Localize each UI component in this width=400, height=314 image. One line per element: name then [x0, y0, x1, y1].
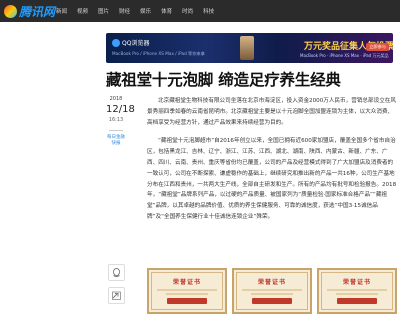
certificate-seal-icon — [252, 298, 292, 304]
nav-menu: 新闻 视频 图片 财经 娱乐 体育 时尚 科技 — [56, 0, 224, 22]
certificate-text-line — [336, 293, 378, 295]
certificate-title: 荣誉证书 — [172, 279, 201, 286]
certificate: 荣誉证书 — [317, 268, 397, 314]
nav-item-finance[interactable]: 财经 — [119, 7, 130, 15]
share-link-button[interactable] — [108, 287, 125, 304]
nav-item-entertainment[interactable]: 娱乐 — [140, 7, 151, 15]
certificate-title: 荣誉证书 — [342, 279, 371, 286]
nav-item-video[interactable]: 视频 — [77, 7, 88, 15]
publish-time: 16:13 — [108, 117, 124, 123]
certificate-text-line — [157, 289, 217, 291]
nav-item-tech[interactable]: 科技 — [203, 7, 214, 15]
share-arrow-icon — [112, 291, 121, 300]
meta-divider — [109, 130, 123, 131]
certificate: 荣誉证书 — [147, 268, 227, 314]
certificate-seal-icon — [337, 298, 377, 304]
publish-date: 12/18 — [106, 104, 135, 115]
certificates-image: 荣誉证书 荣誉证书 荣誉证书 — [147, 268, 397, 314]
ad-cta-button[interactable]: 立即参与 — [366, 43, 389, 51]
qq-browser-icon — [112, 38, 120, 47]
certificate-text-line — [251, 293, 293, 295]
certificate-text-line — [242, 289, 302, 291]
ad-brand: QQ浏览器 — [112, 38, 149, 47]
qq-share-icon — [113, 267, 120, 277]
publish-year: 2018 — [109, 96, 123, 102]
certificate: 荣誉证书 — [232, 268, 312, 314]
share-qq-button[interactable] — [108, 264, 125, 281]
article-meta: 2018 12/18 16:13 每日金融快报 — [106, 96, 135, 147]
article-paragraph: 北京藏祖堂生物科技有限公司坐落在北京市海淀区，投入资金2000万人民币，营销总部… — [147, 98, 396, 126]
article-body: 北京藏祖堂生物科技有限公司坐落在北京市海淀区，投入资金2000万人民币，营销总部… — [147, 96, 397, 223]
ad-subline: MacBook Pro / iPhone XS Max / iPad 等你来拿 — [112, 51, 205, 56]
ad-brand-name: QQ浏览器 — [122, 40, 150, 47]
logo-mark-icon — [4, 4, 17, 18]
article-paragraph: “藏祖堂十元泡脚超市”自2016年创立以来，全国已拥有近600家加盟店，覆盖全国… — [147, 138, 397, 220]
certificate-text-line — [166, 293, 208, 295]
article-title: 藏祖堂十元泡脚 缔造足疗养生经典 — [106, 71, 341, 89]
nav-item-news[interactable]: 新闻 — [56, 7, 67, 15]
site-logo[interactable]: 腾讯网 — [4, 2, 55, 20]
top-navigation-bar: 腾讯网 新闻 视频 图片 财经 娱乐 体育 时尚 科技 — [0, 0, 400, 22]
article-source[interactable]: 每日金融快报 — [106, 135, 126, 147]
nav-item-images[interactable]: 图片 — [98, 7, 109, 15]
nav-item-sports[interactable]: 体育 — [161, 7, 172, 15]
certificate-seal-icon — [167, 298, 207, 304]
ad-caption: MacBook Pro · iPhone XS Max · iPad 万元奖品 — [300, 53, 389, 58]
logo-text: 腾讯网 — [19, 4, 56, 19]
certificate-title: 荣誉证书 — [257, 279, 286, 286]
certificate-text-line — [327, 289, 387, 291]
ad-banner[interactable]: QQ浏览器 MacBook Pro / iPhone XS Max / iPad… — [106, 33, 393, 63]
nav-item-fashion[interactable]: 时尚 — [182, 7, 193, 15]
phone-image-icon — [240, 36, 254, 60]
